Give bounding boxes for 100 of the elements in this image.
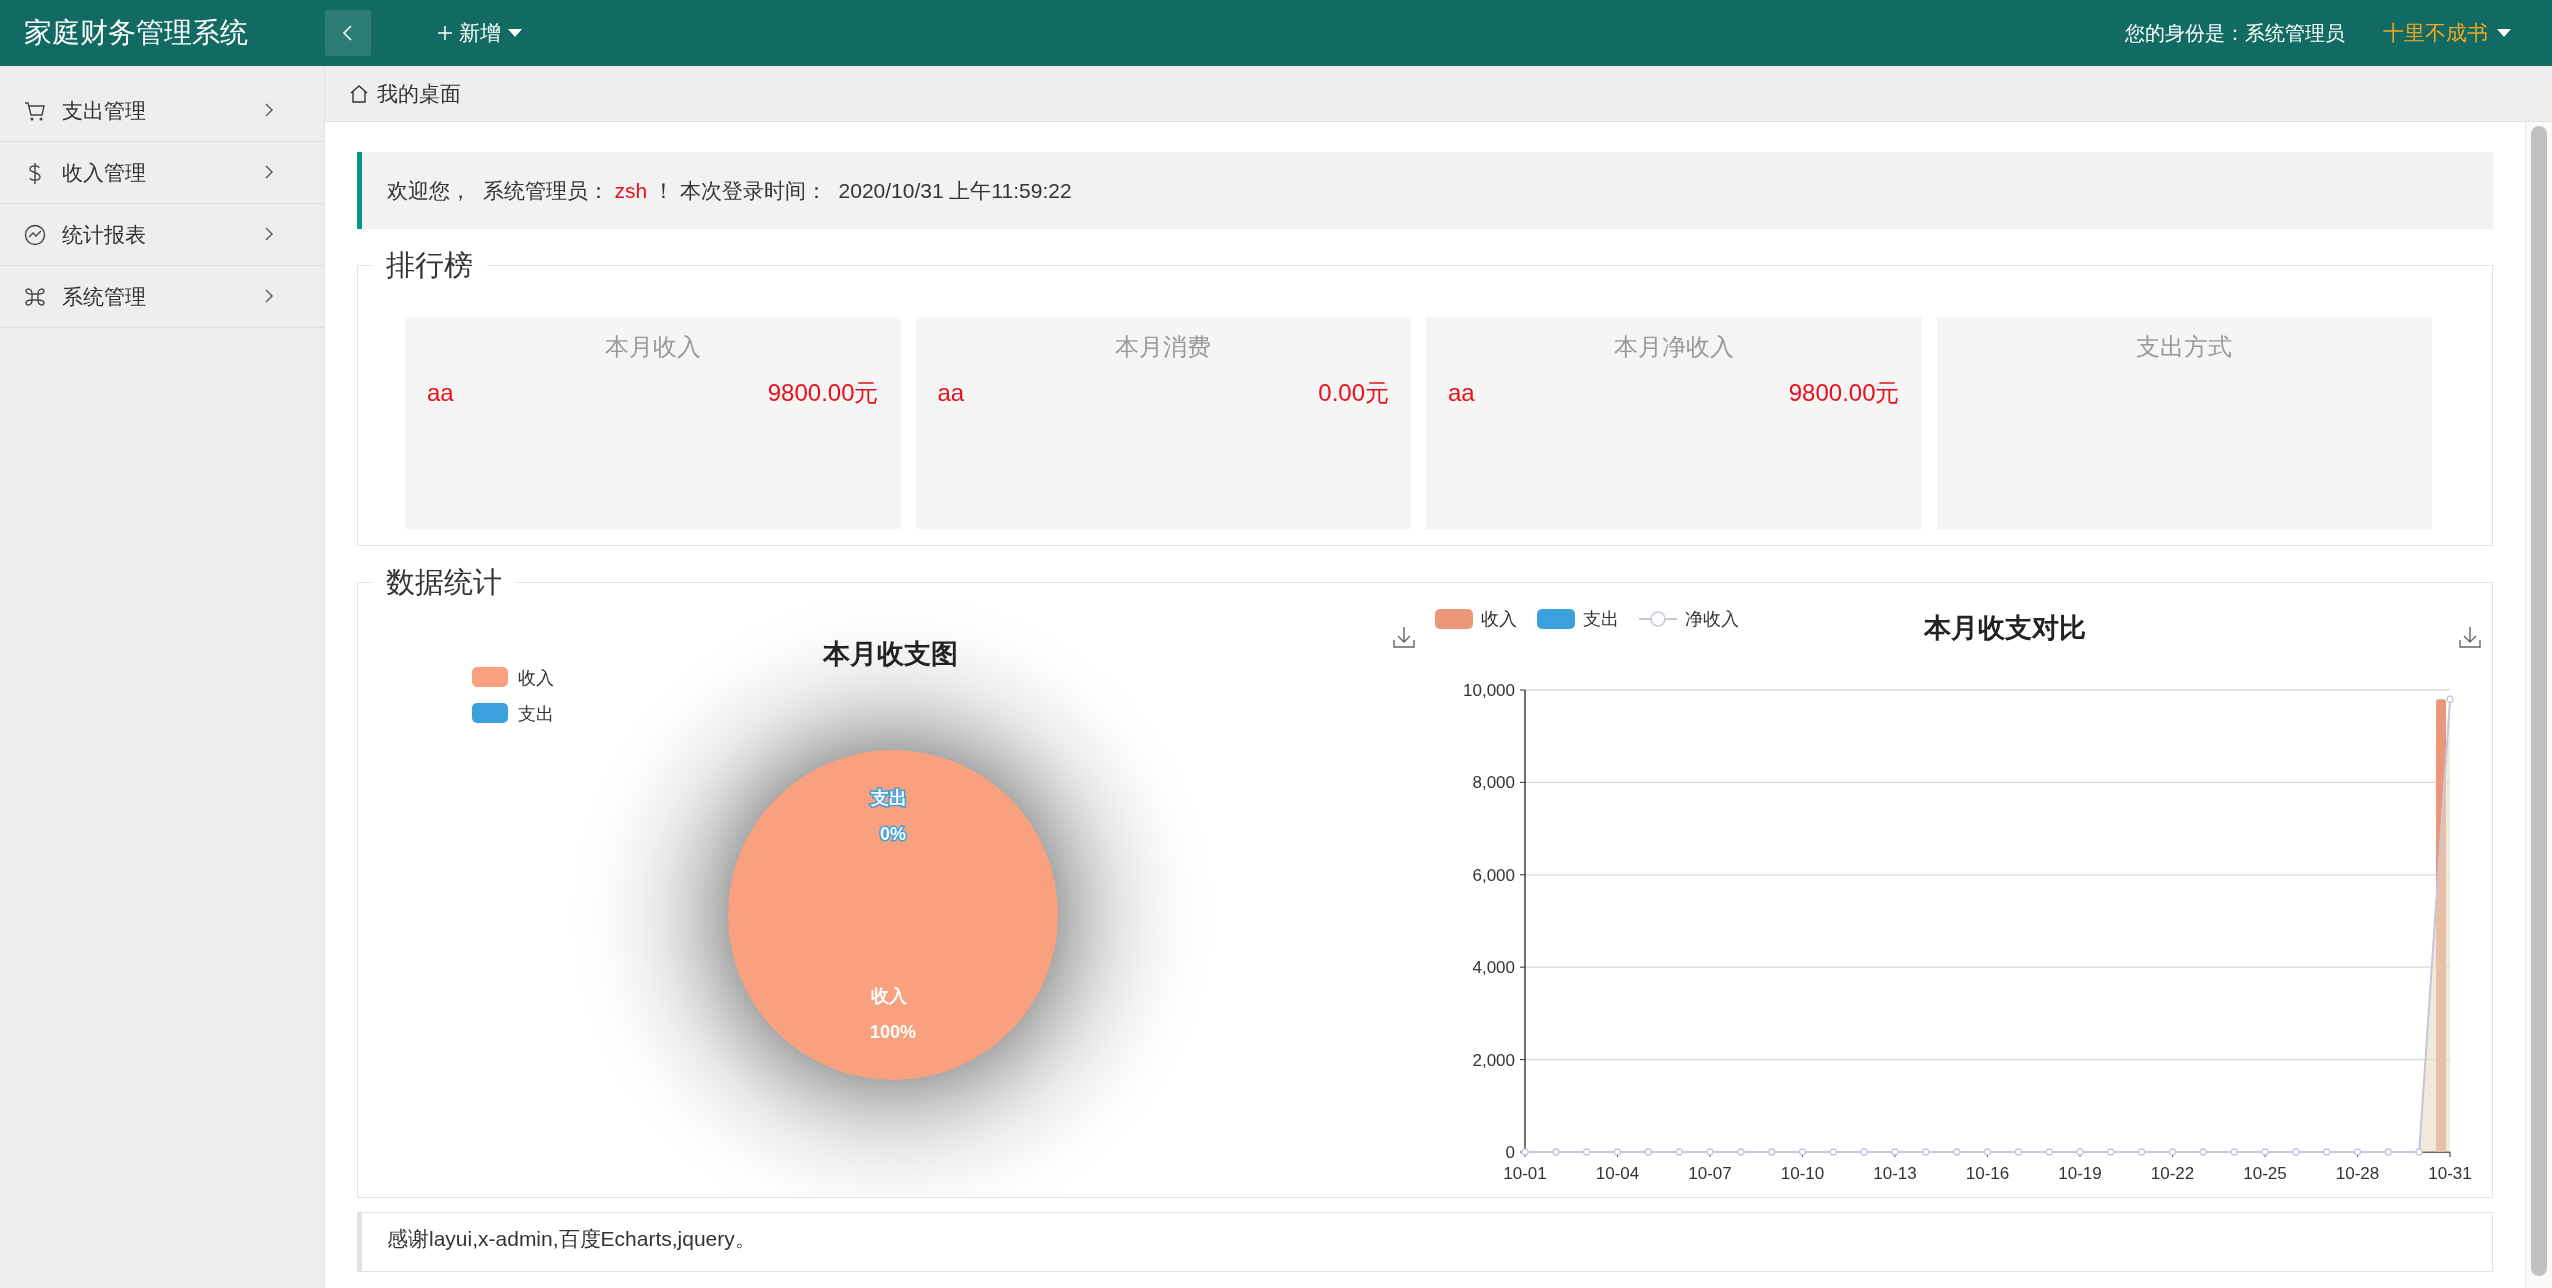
card-title: 本月消费	[1114, 332, 1213, 362]
welcome-message: 欢迎您， 系统管理员： zsh ！ 本次登录时间： 2020/10/31 上午11:59:22	[357, 152, 2493, 229]
legend-label[interactable]: 净收入	[1685, 609, 1739, 629]
data-point[interactable]	[1706, 1148, 1714, 1156]
data-point[interactable]	[1860, 1148, 1868, 1156]
breadcrumb-link[interactable]: 我的桌面	[377, 77, 461, 110]
legend-swatch[interactable]	[1435, 609, 1473, 629]
data-point[interactable]	[2014, 1148, 2022, 1156]
axis-label: 10-31	[2428, 1164, 2472, 1183]
scrollbar[interactable]	[2525, 122, 2552, 1288]
ranking-name: aa	[937, 378, 965, 408]
axis-label: 4,000	[1472, 958, 1515, 978]
legend-label[interactable]: 支出	[518, 704, 554, 724]
chart-title: 本月收支图	[822, 639, 958, 669]
data-point[interactable]	[2261, 1148, 2269, 1156]
sidebar-item[interactable]: 收入管理	[0, 142, 324, 204]
legend-line-icon[interactable]	[1638, 611, 1678, 627]
data-point[interactable]	[1922, 1148, 1930, 1156]
legend-label[interactable]: 支出	[1583, 609, 1619, 629]
axis-label: 10-04	[1595, 1164, 1640, 1183]
add-menu-button[interactable]: 新增	[431, 16, 529, 50]
data-point[interactable]	[2138, 1148, 2146, 1156]
axis-label: 10-16	[1965, 1164, 2010, 1183]
axis-label: 10-19	[2058, 1164, 2102, 1183]
cart-icon	[24, 99, 46, 122]
data-point[interactable]	[2230, 1148, 2238, 1156]
ranking-name: aa	[427, 378, 454, 408]
section-title: 排行榜	[385, 251, 474, 280]
axis-label: 10-22	[2150, 1164, 2195, 1183]
sidebar-item[interactable]: 支出管理	[0, 80, 324, 142]
command-icon	[24, 285, 46, 308]
home-icon	[349, 83, 369, 104]
axis-label: 8,000	[1472, 773, 1515, 793]
axis-label: 0	[1505, 1143, 1515, 1162]
data-point[interactable]	[1983, 1148, 1992, 1156]
axis-label: 10-01	[1503, 1164, 1547, 1183]
axis-label: 10,000	[1463, 681, 1515, 700]
data-point[interactable]	[1583, 1148, 1591, 1156]
ranking-amount: 0.00元	[1318, 378, 1389, 408]
data-point[interactable]	[1768, 1148, 1776, 1156]
card-title: 支出方式	[2135, 332, 2234, 362]
data-point[interactable]	[2292, 1148, 2300, 1156]
data-point[interactable]	[1552, 1148, 1560, 1156]
caret-icon	[2496, 28, 2512, 38]
card-title: 本月收入	[603, 332, 702, 362]
data-point[interactable]	[1613, 1148, 1622, 1156]
chevron-left-icon	[341, 23, 355, 43]
identity-label: 您的身份是：系统管理员	[2125, 21, 2345, 46]
axis-label: 10-07	[1688, 1164, 1732, 1183]
axis-label: 10-28	[2335, 1164, 2380, 1183]
credits-text: 感谢layui,x-admin,百度Echarts,jquery。	[357, 1212, 2493, 1272]
legend-label[interactable]: 收入	[518, 668, 554, 688]
data-point[interactable]	[1891, 1148, 1899, 1156]
data-point[interactable]	[1737, 1148, 1745, 1156]
chart-icon	[24, 223, 46, 246]
axis-label: 10-25	[2243, 1164, 2287, 1183]
data-point[interactable]	[2076, 1148, 2084, 1156]
plus-icon	[437, 25, 453, 41]
data-point[interactable]	[2446, 695, 2454, 703]
legend-swatch[interactable]	[1537, 609, 1575, 629]
pie-slice[interactable]	[728, 750, 1058, 1080]
collapse-button[interactable]	[325, 10, 371, 56]
app-title: 家庭财务管理系统	[23, 16, 249, 50]
axis-label: 6,000	[1472, 865, 1515, 885]
ranking-name: aa	[1448, 378, 1475, 408]
data-point[interactable]	[2107, 1148, 2115, 1156]
data-point[interactable]	[2168, 1148, 2177, 1156]
ranking-amount: 9800.00元	[1788, 378, 1900, 408]
axis-label: 10-13	[1873, 1164, 1917, 1183]
slice-label: 收入	[871, 986, 907, 1006]
data-point[interactable]	[2384, 1148, 2392, 1156]
section-title: 数据统计	[385, 568, 503, 597]
legend-swatch[interactable]	[472, 703, 508, 723]
data-point[interactable]	[1798, 1148, 1807, 1156]
data-point[interactable]	[1521, 1148, 1529, 1156]
axis-label: 10-10	[1780, 1164, 1825, 1183]
bar[interactable]	[2436, 699, 2446, 1152]
percent-label: 100%	[870, 1022, 916, 1042]
legend-label[interactable]: 收入	[1481, 609, 1517, 629]
card-title: 本月净收入	[1612, 332, 1735, 362]
data-point[interactable]	[2415, 1148, 2423, 1156]
data-point[interactable]	[1644, 1148, 1652, 1156]
axis-label: 2,000	[1472, 1050, 1515, 1070]
download-icon[interactable]	[1393, 626, 1415, 648]
chart-title: 本月收支对比	[1924, 613, 2086, 643]
sidebar-item[interactable]: 系统管理	[0, 266, 324, 328]
data-point[interactable]	[1675, 1148, 1683, 1156]
data-point[interactable]	[2323, 1148, 2331, 1156]
data-point[interactable]	[2045, 1148, 2053, 1156]
slice-label: 支出	[871, 788, 907, 808]
download-icon[interactable]	[2459, 626, 2481, 648]
data-point[interactable]	[1953, 1148, 1961, 1156]
percent-label: 0%	[880, 824, 906, 844]
data-point[interactable]	[1829, 1148, 1837, 1156]
legend-swatch[interactable]	[472, 667, 508, 687]
sidebar-item[interactable]: 统计报表	[0, 204, 324, 266]
data-point[interactable]	[2199, 1148, 2207, 1156]
data-point[interactable]	[2353, 1148, 2362, 1156]
ranking-amount: 9800.00元	[767, 378, 879, 408]
caret-icon	[507, 28, 523, 38]
